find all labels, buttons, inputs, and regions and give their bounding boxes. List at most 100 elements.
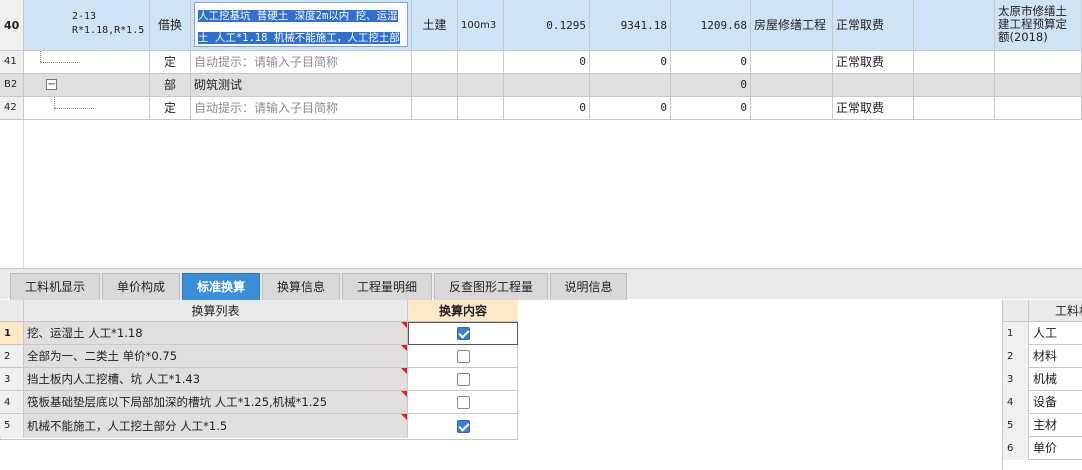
- quantity-cell[interactable]: [504, 74, 590, 97]
- unit-price-cell[interactable]: 9341.18: [590, 0, 671, 51]
- row-number: 5: [0, 414, 24, 438]
- list-item[interactable]: 3 机械: [1003, 368, 1082, 391]
- list-item[interactable]: 3 挡土板内人工挖槽、坑 人工*1.43: [0, 368, 518, 391]
- code-cell[interactable]: [24, 97, 150, 120]
- total-price-cell[interactable]: 1209.68: [671, 0, 751, 51]
- tree-line: [54, 108, 94, 109]
- quantity-cell[interactable]: 0: [504, 51, 590, 74]
- quota-library-cell[interactable]: [995, 97, 1082, 120]
- extra-cell[interactable]: [914, 97, 995, 120]
- row-number[interactable]: B2: [0, 74, 24, 97]
- code-cell[interactable]: [24, 51, 150, 74]
- code-cell[interactable]: 2-13 R*1.18,R*1.5: [24, 0, 150, 51]
- comment-flag-icon: [401, 345, 407, 351]
- checkbox-checked-icon[interactable]: [456, 420, 470, 433]
- tab-quantity-detail[interactable]: 工程量明细: [342, 273, 432, 300]
- conversion-checkbox-cell[interactable]: [408, 345, 518, 368]
- section-name-cell[interactable]: 砌筑测试: [191, 74, 412, 97]
- unit-price-cell[interactable]: 0: [590, 51, 671, 74]
- unit-cell[interactable]: [458, 97, 504, 120]
- unit-price-cell[interactable]: 0: [590, 97, 671, 120]
- tab-conversion-info[interactable]: 换算信息: [262, 273, 340, 300]
- tab-standard-conversion[interactable]: 标准换算: [182, 273, 260, 300]
- resource-type-panel: 工料机 1 人工 2 材料 3 机械 4 设备 5 主材 6 单价: [1002, 300, 1082, 470]
- row-number[interactable]: 42: [0, 97, 24, 120]
- fee-cell[interactable]: 正常取费: [833, 97, 914, 120]
- total-price-cell[interactable]: 0: [671, 74, 751, 97]
- collapse-toggle-icon[interactable]: −: [46, 79, 57, 90]
- total-price-cell[interactable]: 0: [671, 97, 751, 120]
- total-price-cell[interactable]: 0: [671, 51, 751, 74]
- tree-line: [40, 62, 80, 63]
- list-item[interactable]: 5 主材: [1003, 414, 1082, 437]
- table-row-42[interactable]: 42 定 自动提示：请输入子目简称 0 0 0 正常取费: [0, 97, 1082, 120]
- specialty-cell[interactable]: [412, 74, 458, 97]
- list-item[interactable]: 6 单价: [1003, 437, 1082, 460]
- type-cell[interactable]: 借换: [150, 0, 191, 51]
- table-row-41[interactable]: 41 定 自动提示：请输入子目简称 0 0 0 正常取费: [0, 51, 1082, 74]
- conversion-checkbox-cell[interactable]: [408, 322, 518, 345]
- conversion-checkbox-cell[interactable]: [408, 414, 518, 438]
- tab-reverse-lookup[interactable]: 反查图形工程量: [434, 273, 548, 300]
- tab-material-machine[interactable]: 工料机显示: [10, 273, 100, 300]
- unit-cell[interactable]: 100m3: [458, 0, 504, 51]
- tree-line: [40, 51, 41, 62]
- table-row-section[interactable]: B2 − 部 砌筑测试 0: [0, 74, 1082, 97]
- extra-cell[interactable]: [914, 0, 995, 51]
- code-cell[interactable]: −: [24, 74, 150, 97]
- list-item[interactable]: 2 全部为一、二类土 单价*0.75: [0, 345, 518, 368]
- name-editor-text[interactable]: 人工挖基坑 普硬土 深度2m以内 挖、运湿土 人工*1.18 机械不能施工，人工…: [198, 10, 400, 50]
- list-item[interactable]: 1 挖、运湿土 人工*1.18: [0, 322, 518, 345]
- checkbox-checked-icon[interactable]: [456, 327, 470, 340]
- quantity-cell[interactable]: 0.1295: [504, 0, 590, 51]
- category-cell[interactable]: [751, 97, 833, 120]
- table-row-40[interactable]: 40 2-13 R*1.18,R*1.5 借换 人工挖基坑 普硬土 深度2m以内…: [0, 0, 1082, 51]
- type-cell[interactable]: 定: [150, 51, 191, 74]
- name-cell[interactable]: 人工挖基坑 普硬土 深度2m以内 挖、运湿土 人工*1.18 机械不能施工，人工…: [191, 0, 412, 51]
- row-number[interactable]: 41: [0, 51, 24, 74]
- list-item[interactable]: 1 人工: [1003, 322, 1082, 345]
- category-cell[interactable]: 房屋修缮工程: [751, 0, 833, 51]
- category-cell[interactable]: [751, 51, 833, 74]
- conversion-text: 筏板基础垫层底以下局部加深的槽坑 人工*1.25,机械*1.25: [27, 395, 328, 409]
- fee-cell[interactable]: 正常取费: [833, 0, 914, 51]
- checkbox-unchecked-icon[interactable]: [456, 373, 470, 386]
- tab-description[interactable]: 说明信息: [550, 273, 627, 300]
- unit-cell[interactable]: [458, 51, 504, 74]
- specialty-cell[interactable]: [412, 51, 458, 74]
- specialty-cell[interactable]: [412, 97, 458, 120]
- conversion-checkbox-cell[interactable]: [408, 368, 518, 391]
- specialty-cell[interactable]: 土建: [412, 0, 458, 51]
- list-item[interactable]: 4 筏板基础垫层底以下局部加深的槽坑 人工*1.25,机械*1.25: [0, 391, 518, 414]
- header-resource: 工料机: [1029, 300, 1082, 322]
- corner-cell: [0, 300, 24, 322]
- quota-library-cell[interactable]: [995, 74, 1082, 97]
- header-conversion-content: 换算内容: [408, 300, 518, 322]
- extra-cell[interactable]: [914, 51, 995, 74]
- type-cell[interactable]: 定: [150, 97, 191, 120]
- quota-library-cell[interactable]: [995, 51, 1082, 74]
- category-cell[interactable]: [751, 74, 833, 97]
- resource-label: 机械: [1033, 372, 1058, 386]
- fee-cell[interactable]: 正常取费: [833, 51, 914, 74]
- unit-price-cell[interactable]: [590, 74, 671, 97]
- quantity-cell[interactable]: 0: [504, 97, 590, 120]
- corner-cell: [1003, 300, 1029, 322]
- name-hint-cell[interactable]: 自动提示：请输入子目简称: [191, 51, 412, 74]
- resource-label: 主材: [1033, 418, 1058, 432]
- checkbox-unchecked-icon[interactable]: [456, 396, 470, 409]
- list-item[interactable]: 4 设备: [1003, 391, 1082, 414]
- type-cell[interactable]: 部: [150, 74, 191, 97]
- quota-library-cell[interactable]: 太原市修缮土建工程预算定额(2018): [995, 0, 1082, 51]
- name-hint-cell[interactable]: 自动提示：请输入子目简称: [191, 97, 412, 120]
- header-conversion-list: 换算列表: [24, 300, 408, 322]
- fee-cell[interactable]: [833, 74, 914, 97]
- conversion-checkbox-cell[interactable]: [408, 391, 518, 414]
- list-item[interactable]: 2 材料: [1003, 345, 1082, 368]
- list-item[interactable]: 5 机械不能施工，人工挖土部分 人工*1.5: [0, 414, 518, 438]
- checkbox-unchecked-icon[interactable]: [456, 350, 470, 363]
- unit-cell[interactable]: [458, 74, 504, 97]
- extra-cell[interactable]: [914, 74, 995, 97]
- tab-unit-price[interactable]: 单价构成: [102, 273, 180, 300]
- row-number[interactable]: 40: [0, 0, 24, 51]
